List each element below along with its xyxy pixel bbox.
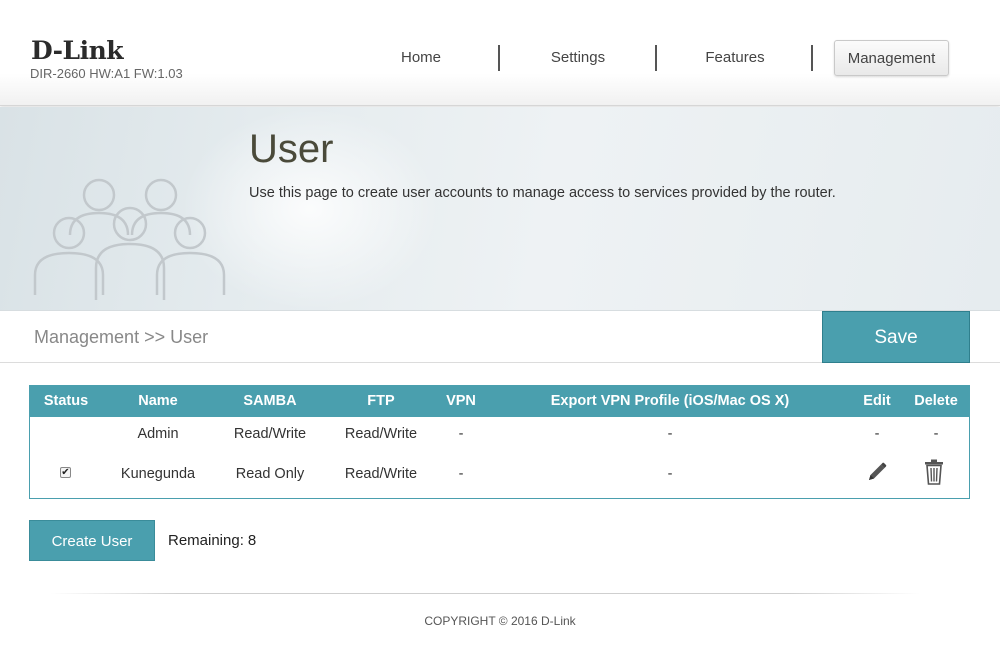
nav-management[interactable]: Management <box>834 40 949 76</box>
remaining-users: Remaining: 8 <box>168 532 256 549</box>
row-user-samba: Read Only <box>235 466 305 482</box>
row-admin-export: - <box>667 426 673 442</box>
top-header: D-Link DIR-2660 HW:A1 FW:1.03 Home Setti… <box>0 0 1000 106</box>
main-nav: Home Settings Features Management <box>0 40 1000 80</box>
row-admin-edit: - <box>874 426 880 442</box>
table-header: Status Name SAMBA FTP VPN Export VPN Pro… <box>30 386 969 417</box>
row-user-export: - <box>667 466 673 482</box>
create-user-button[interactable]: Create User <box>29 520 155 561</box>
column-header-export-vpn: Export VPN Profile (iOS/Mac OS X) <box>550 393 790 409</box>
users-group-icon <box>33 178 226 300</box>
user-table: Status Name SAMBA FTP VPN Export VPN Pro… <box>29 385 970 499</box>
nav-settings[interactable]: Settings <box>537 40 619 76</box>
nav-home[interactable]: Home <box>380 40 462 76</box>
page-title: User <box>249 127 334 171</box>
column-header-name: Name <box>138 393 178 409</box>
column-header-delete: Delete <box>914 393 958 409</box>
row-admin-samba: Read/Write <box>233 426 307 442</box>
nav-separator <box>811 45 813 71</box>
row-user-vpn: - <box>458 466 464 482</box>
status-checkbox[interactable]: ✔ <box>60 467 71 478</box>
remaining-count: 8 <box>247 532 257 549</box>
nav-separator <box>498 45 500 71</box>
column-header-vpn: VPN <box>446 393 476 409</box>
footer-divider <box>50 593 920 594</box>
column-header-samba: SAMBA <box>243 393 297 409</box>
column-header-edit: Edit <box>863 393 891 409</box>
column-header-ftp: FTP <box>367 393 395 409</box>
save-button[interactable]: Save <box>822 311 970 363</box>
copyright-text: COPYRIGHT © 2016 D-Link <box>424 614 576 628</box>
row-admin-delete: - <box>933 426 939 442</box>
row-admin-vpn: - <box>458 426 464 442</box>
page-description: Use this page to create user accounts to… <box>249 185 836 201</box>
trash-icon[interactable] <box>924 459 944 485</box>
remaining-label: Remaining: <box>168 532 244 549</box>
column-header-status: Status <box>43 393 89 409</box>
row-admin-ftp: Read/Write <box>344 426 418 442</box>
breadcrumb-bar: Management >> User Save <box>0 311 1000 363</box>
nav-features[interactable]: Features <box>694 40 776 76</box>
row-user-name: Kunegunda <box>120 466 196 482</box>
row-admin-name: Admin <box>137 426 179 442</box>
pencil-icon[interactable] <box>866 461 888 483</box>
page-banner <box>0 107 1000 311</box>
breadcrumb: Management >> User <box>34 327 209 347</box>
nav-separator <box>655 45 657 71</box>
row-user-ftp: Read/Write <box>344 466 418 482</box>
